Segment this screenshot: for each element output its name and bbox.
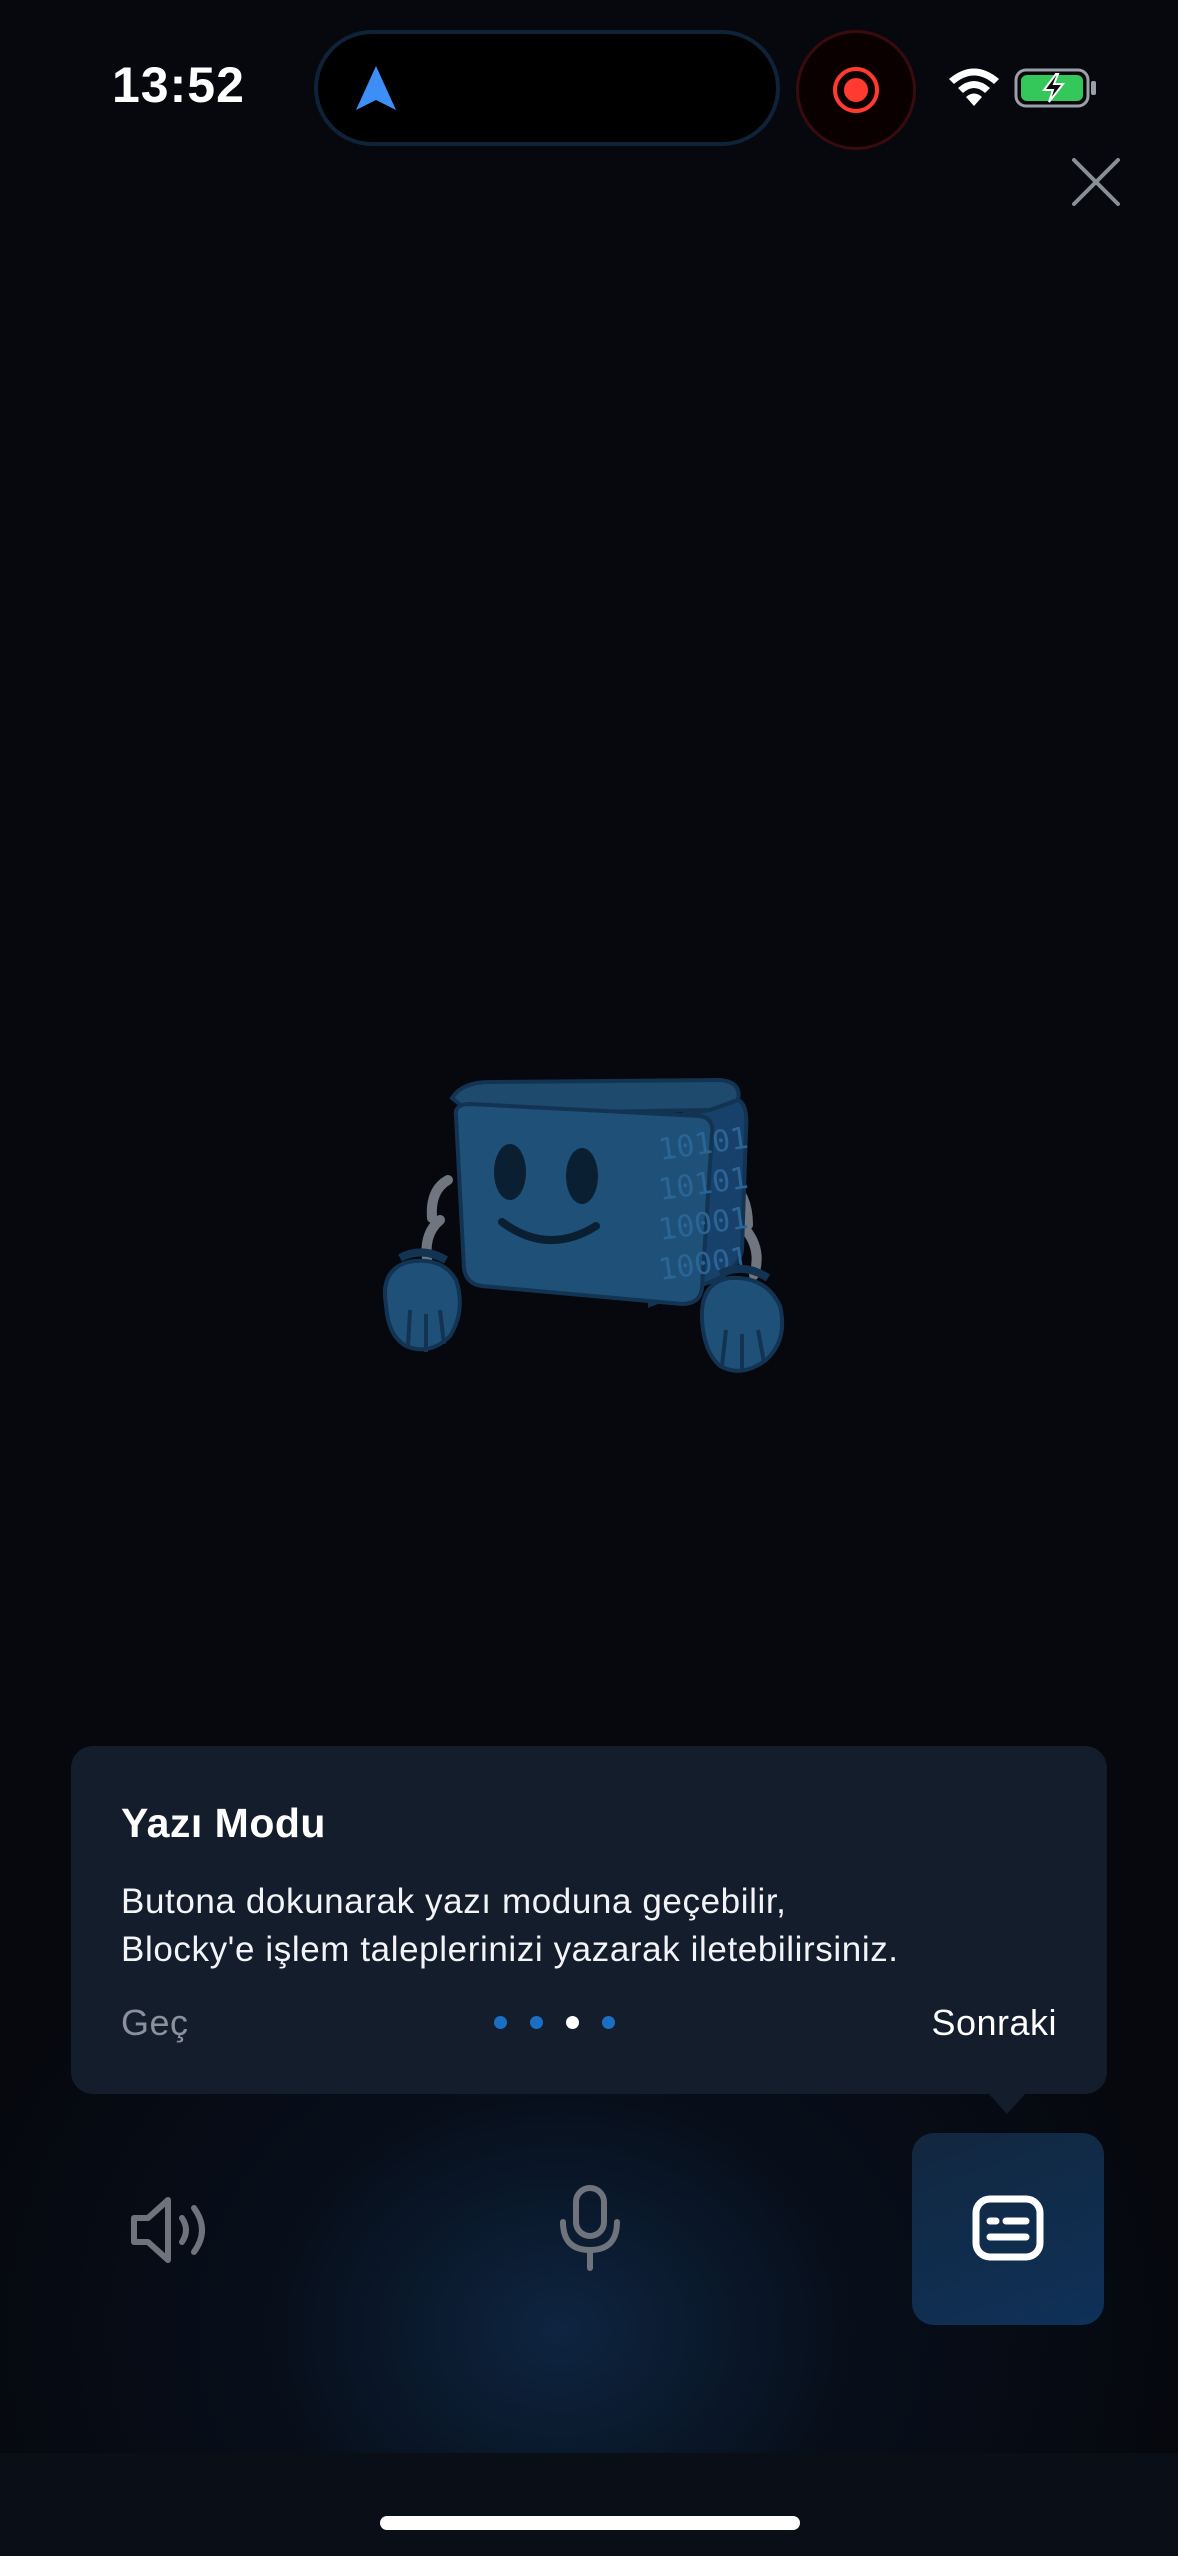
- location-arrow-icon: [356, 66, 396, 110]
- page-dot-2: [530, 2016, 543, 2029]
- bottom-bar: [0, 2453, 1178, 2556]
- tooltip-body: Butona dokunarak yazı moduna geçebilir, …: [121, 1878, 1081, 1974]
- page-dot-3: [566, 2016, 579, 2029]
- tooltip-card: Yazı Modu Butona dokunarak yazı moduna g…: [71, 1746, 1107, 2094]
- skip-button[interactable]: Geç: [121, 2002, 189, 2044]
- right-hand: [699, 1264, 785, 1373]
- left-hand: [383, 1248, 462, 1352]
- tooltip-pointer: [987, 2092, 1027, 2114]
- speaker-icon[interactable]: [128, 2188, 212, 2272]
- tooltip-title: Yazı Modu: [121, 1800, 326, 1846]
- dynamic-island: [314, 30, 780, 146]
- microphone-icon[interactable]: [555, 2184, 625, 2274]
- blocky-mascot: 10101 10101 10001 10001: [383, 1077, 785, 1373]
- close-icon[interactable]: [1066, 152, 1126, 212]
- next-button[interactable]: Sonraki: [931, 2002, 1057, 2044]
- screen: 13:52 10101 10101 10001 10001 Yazı Modu …: [0, 0, 1178, 2556]
- wifi-icon: [949, 68, 999, 106]
- screen-record-icon: [796, 30, 916, 150]
- page-dot-4: [602, 2016, 615, 2029]
- keyboard-text-icon: [972, 2195, 1044, 2261]
- tooltip-body-line-2: Blocky'e işlem taleplerinizi yazarak ile…: [121, 1930, 899, 1969]
- status-time: 13:52: [112, 57, 245, 113]
- text-mode-button[interactable]: [912, 2133, 1104, 2325]
- battery-charging-icon: [1014, 68, 1096, 108]
- page-dot-1: [494, 2016, 507, 2029]
- home-indicator[interactable]: [380, 2516, 800, 2530]
- tooltip-body-line-1: Butona dokunarak yazı moduna geçebilir,: [121, 1882, 787, 1921]
